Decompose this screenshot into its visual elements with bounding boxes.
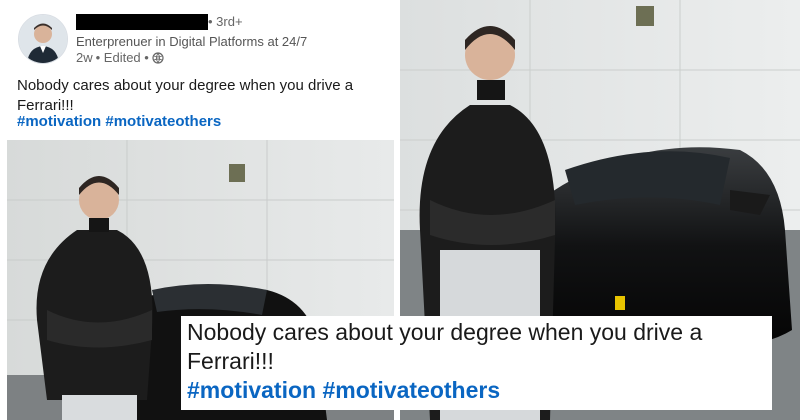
post-hashtags: #motivation #motivateothers bbox=[17, 112, 221, 132]
edited-label: • Edited • bbox=[95, 50, 149, 65]
author-name-redacted[interactable] bbox=[76, 14, 208, 30]
avatar[interactable] bbox=[18, 14, 68, 64]
caption-hashtag-motivateothers[interactable]: #motivateothers bbox=[322, 377, 500, 403]
caption-text: Nobody cares about your degree when you … bbox=[187, 319, 703, 374]
post-timestamp: 2w bbox=[76, 50, 93, 65]
caption-hashtag-motivation[interactable]: #motivation bbox=[187, 377, 316, 403]
caption-hashtags: #motivation #motivateothers bbox=[187, 376, 500, 405]
post-meta: 2w • Edited • bbox=[76, 50, 164, 66]
post-text: Nobody cares about your degree when you … bbox=[17, 77, 354, 114]
hashtag-motivateothers[interactable]: #motivateothers bbox=[105, 113, 221, 130]
author-headline: Enterprenuer in Digital Platforms at 24/… bbox=[76, 34, 308, 49]
connection-degree: • 3rd+ bbox=[208, 14, 243, 29]
post-header: • 3rd+ Enterprenuer in Digital Platforms… bbox=[18, 10, 388, 66]
caption-overlay: Nobody cares about your degree when you … bbox=[181, 316, 772, 410]
hashtag-motivation[interactable]: #motivation bbox=[17, 113, 101, 130]
globe-icon bbox=[152, 52, 164, 64]
